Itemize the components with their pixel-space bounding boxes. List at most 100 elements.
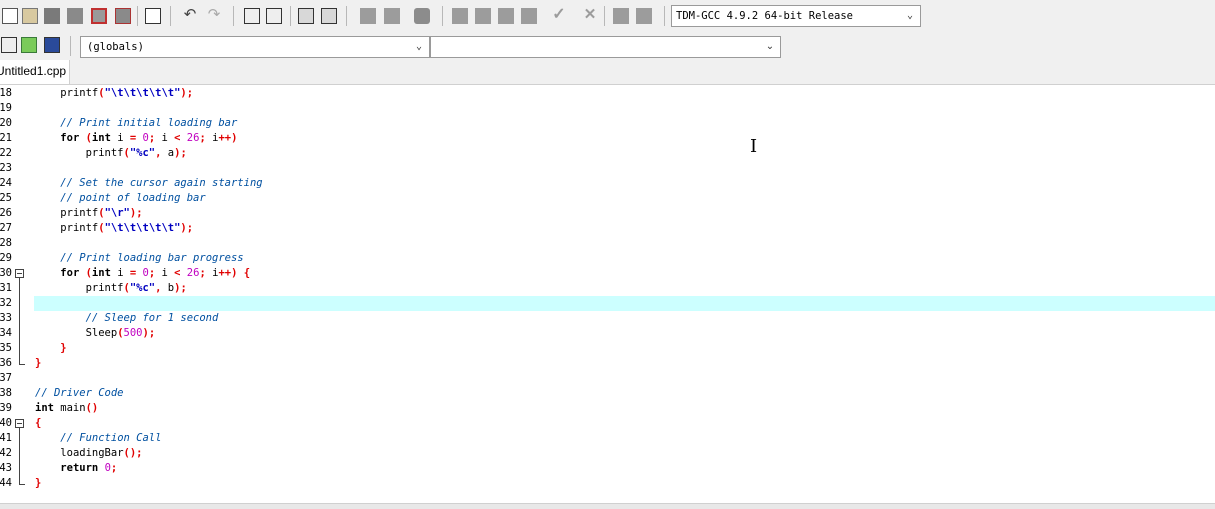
line-number: 23 <box>0 162 12 174</box>
code-line[interactable]: 21 for (int i = 0; i < 26; i++) <box>0 131 1215 146</box>
code-token: } <box>35 477 42 489</box>
line-number: 33 <box>0 312 12 324</box>
code-line[interactable]: 30 for (int i = 0; i < 26; i++) { <box>0 266 1215 281</box>
code-text: } <box>35 476 41 491</box>
class-browser-toolbar: (globals) ⌄ ⌄ <box>0 32 1215 60</box>
code-line[interactable]: 40 { <box>0 416 1215 431</box>
code-token: main <box>53 402 86 414</box>
add-icon[interactable] <box>21 37 37 53</box>
replace-icon[interactable] <box>266 8 282 24</box>
undo-icon[interactable]: ↶ <box>182 7 198 24</box>
code-token: // Print loading bar progress <box>60 252 244 264</box>
class-view-icon[interactable] <box>44 37 60 53</box>
bookmark-icon[interactable] <box>321 8 337 24</box>
compiler-dropdown[interactable]: TDM-GCC 4.9.2 64-bit Release ⌄ <box>671 5 921 27</box>
editor-tabs: Untitled1.cpp <box>0 60 1215 85</box>
code-editor[interactable]: I 18 printf("\t\t\t\t\t"); 19 20 // Print … <box>0 85 1215 503</box>
code-token: // Function Call <box>60 432 162 444</box>
separator <box>442 6 443 26</box>
save-icon[interactable] <box>44 8 60 24</box>
code-line[interactable]: 37 <box>0 371 1215 386</box>
line-number: 28 <box>0 237 12 249</box>
code-token: int <box>35 402 54 414</box>
profile-icon[interactable] <box>613 8 629 24</box>
code-text: for (int i = 0; i < 26; i++) { <box>35 266 250 281</box>
redo-icon[interactable]: ↷ <box>206 7 222 24</box>
fold-toggle-icon[interactable] <box>15 419 24 428</box>
line-number: 27 <box>0 222 12 234</box>
separator <box>70 36 71 56</box>
code-token: // Print initial loading bar <box>60 117 238 129</box>
compile-run-icon[interactable] <box>498 8 514 24</box>
code-line[interactable]: 41 // Function Call <box>0 431 1215 446</box>
code-line[interactable]: 20 // Print initial loading bar <box>0 116 1215 131</box>
code-line[interactable]: 27 printf("\t\t\t\t\t"); <box>0 221 1215 236</box>
code-line[interactable]: 28 <box>0 236 1215 251</box>
chevron-down-icon: ⌄ <box>906 10 914 21</box>
code-line[interactable]: 44} <box>0 476 1215 491</box>
code-line[interactable]: 35 } <box>0 341 1215 356</box>
code-line[interactable]: 42 loadingBar(); <box>0 446 1215 461</box>
fold-toggle-icon[interactable] <box>15 269 24 278</box>
status-bar <box>0 503 1215 509</box>
indent-icon[interactable] <box>360 8 376 24</box>
code-token: () <box>123 447 137 459</box>
code-line[interactable]: 25 // point of loading bar <box>0 191 1215 206</box>
rebuild-icon[interactable] <box>521 8 537 24</box>
code-line[interactable]: 18 printf("\t\t\t\t\t"); <box>0 86 1215 101</box>
project-icon[interactable] <box>1 37 17 53</box>
debug-icon[interactable] <box>636 8 652 24</box>
new-file-icon[interactable] <box>2 8 18 24</box>
member-dropdown[interactable]: ⌄ <box>430 36 781 58</box>
code-token: for <box>60 267 80 279</box>
code-token: { <box>243 267 251 279</box>
code-line[interactable]: 34 Sleep(500); <box>0 326 1215 341</box>
save-all-icon[interactable] <box>67 8 83 24</box>
check-icon[interactable]: ✓ <box>551 7 567 24</box>
tab-label: Untitled1.cpp <box>0 64 67 78</box>
code-text: // Sleep for 1 second <box>35 311 219 326</box>
code-token: "%c" <box>129 147 156 159</box>
code-line[interactable]: 36} <box>0 356 1215 371</box>
run-icon[interactable] <box>475 8 491 24</box>
stop-icon[interactable]: ✕ <box>582 7 598 24</box>
find-icon[interactable] <box>244 8 260 24</box>
line-number: 37 <box>0 372 12 384</box>
line-number: 20 <box>0 117 12 129</box>
code-token: // Set the cursor again starting <box>60 177 263 189</box>
code-token: Sleep <box>85 327 118 339</box>
code-line[interactable]: 38 // Driver Code <box>0 386 1215 401</box>
code-line[interactable]: 32 <box>0 296 1215 311</box>
code-token: i <box>155 132 175 144</box>
code-line[interactable]: 39 int main() <box>0 401 1215 416</box>
unindent-icon[interactable] <box>384 8 400 24</box>
line-number: 43 <box>0 462 12 474</box>
print-icon[interactable] <box>145 8 161 24</box>
code-token: ; <box>186 87 194 99</box>
code-line[interactable]: 33 // Sleep for 1 second <box>0 311 1215 326</box>
code-line[interactable]: 22 printf("%c", a); <box>0 146 1215 161</box>
toggle-comment-icon[interactable] <box>414 8 430 24</box>
code-line[interactable]: 43 return 0; <box>0 461 1215 476</box>
code-line[interactable]: 24 // Set the cursor again starting <box>0 176 1215 191</box>
close-all-icon[interactable] <box>115 8 131 24</box>
code-line[interactable]: 23 <box>0 161 1215 176</box>
code-token: ; <box>180 147 187 159</box>
compile-icon[interactable] <box>452 8 468 24</box>
tab-untitled1[interactable]: Untitled1.cpp <box>0 60 70 84</box>
code-token: () <box>85 402 99 414</box>
code-token: printf <box>85 282 124 294</box>
goto-icon[interactable] <box>298 8 314 24</box>
compiler-dropdown-value: TDM-GCC 4.9.2 64-bit Release <box>676 10 854 22</box>
code-line[interactable]: 31 printf("%c", b); <box>0 281 1215 296</box>
code-text: { <box>35 416 41 431</box>
code-line[interactable]: 19 <box>0 101 1215 116</box>
line-number: 41 <box>0 432 12 444</box>
line-number: 35 <box>0 342 12 354</box>
code-line[interactable]: 29 // Print loading bar progress <box>0 251 1215 266</box>
open-file-icon[interactable] <box>22 8 38 24</box>
code-line[interactable]: 26 printf("\r"); <box>0 206 1215 221</box>
scope-dropdown[interactable]: (globals) ⌄ <box>80 36 430 58</box>
code-token: i <box>110 132 130 144</box>
close-icon[interactable] <box>91 8 107 24</box>
